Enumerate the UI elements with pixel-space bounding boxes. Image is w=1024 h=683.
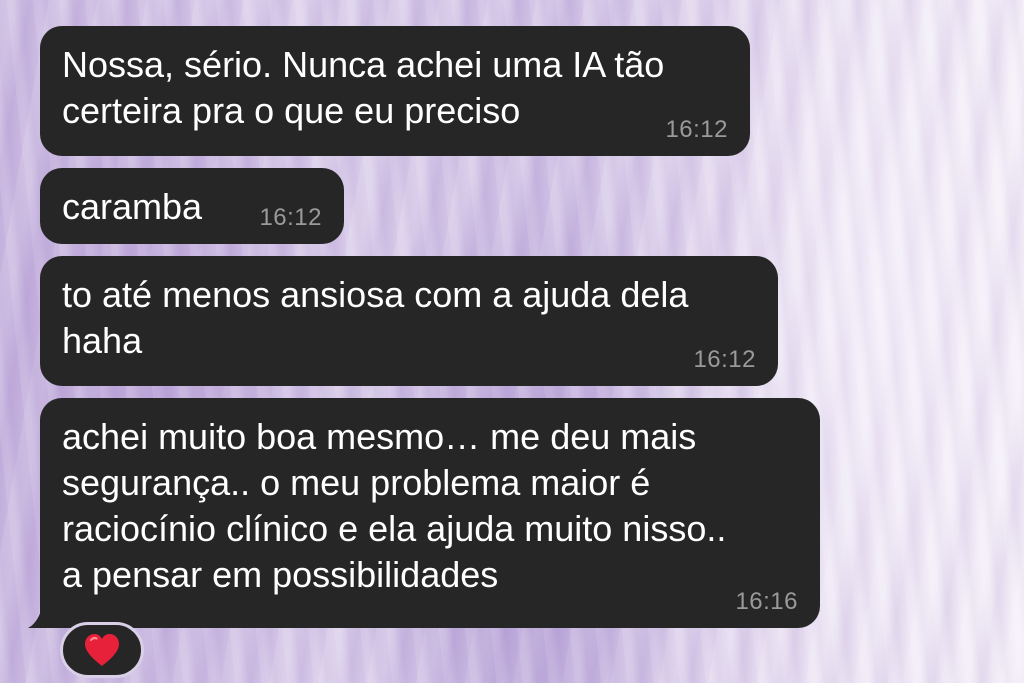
message-bubble-3[interactable]: to até menos ansiosa com a ajuda dela ha…	[40, 256, 778, 386]
reaction-badge[interactable]	[60, 622, 144, 678]
message-timestamp: 16:16	[735, 588, 798, 615]
message-text: Nossa, sério. Nunca achei uma IA tão cer…	[62, 44, 665, 131]
message-bubble-1[interactable]: Nossa, sério. Nunca achei uma IA tão cer…	[40, 26, 750, 156]
heart-icon	[85, 634, 119, 666]
message-timestamp: 16:12	[259, 204, 322, 231]
message-bubble-2[interactable]: caramba 16:12	[40, 168, 344, 244]
message-text: to até menos ansiosa com a ajuda dela ha…	[62, 274, 689, 361]
message-text: achei muito boa mesmo… me deu mais segur…	[62, 416, 727, 595]
message-timestamp: 16:12	[693, 346, 756, 373]
message-timestamp: 16:12	[665, 116, 728, 143]
message-bubble-4[interactable]: achei muito boa mesmo… me deu mais segur…	[40, 398, 820, 628]
